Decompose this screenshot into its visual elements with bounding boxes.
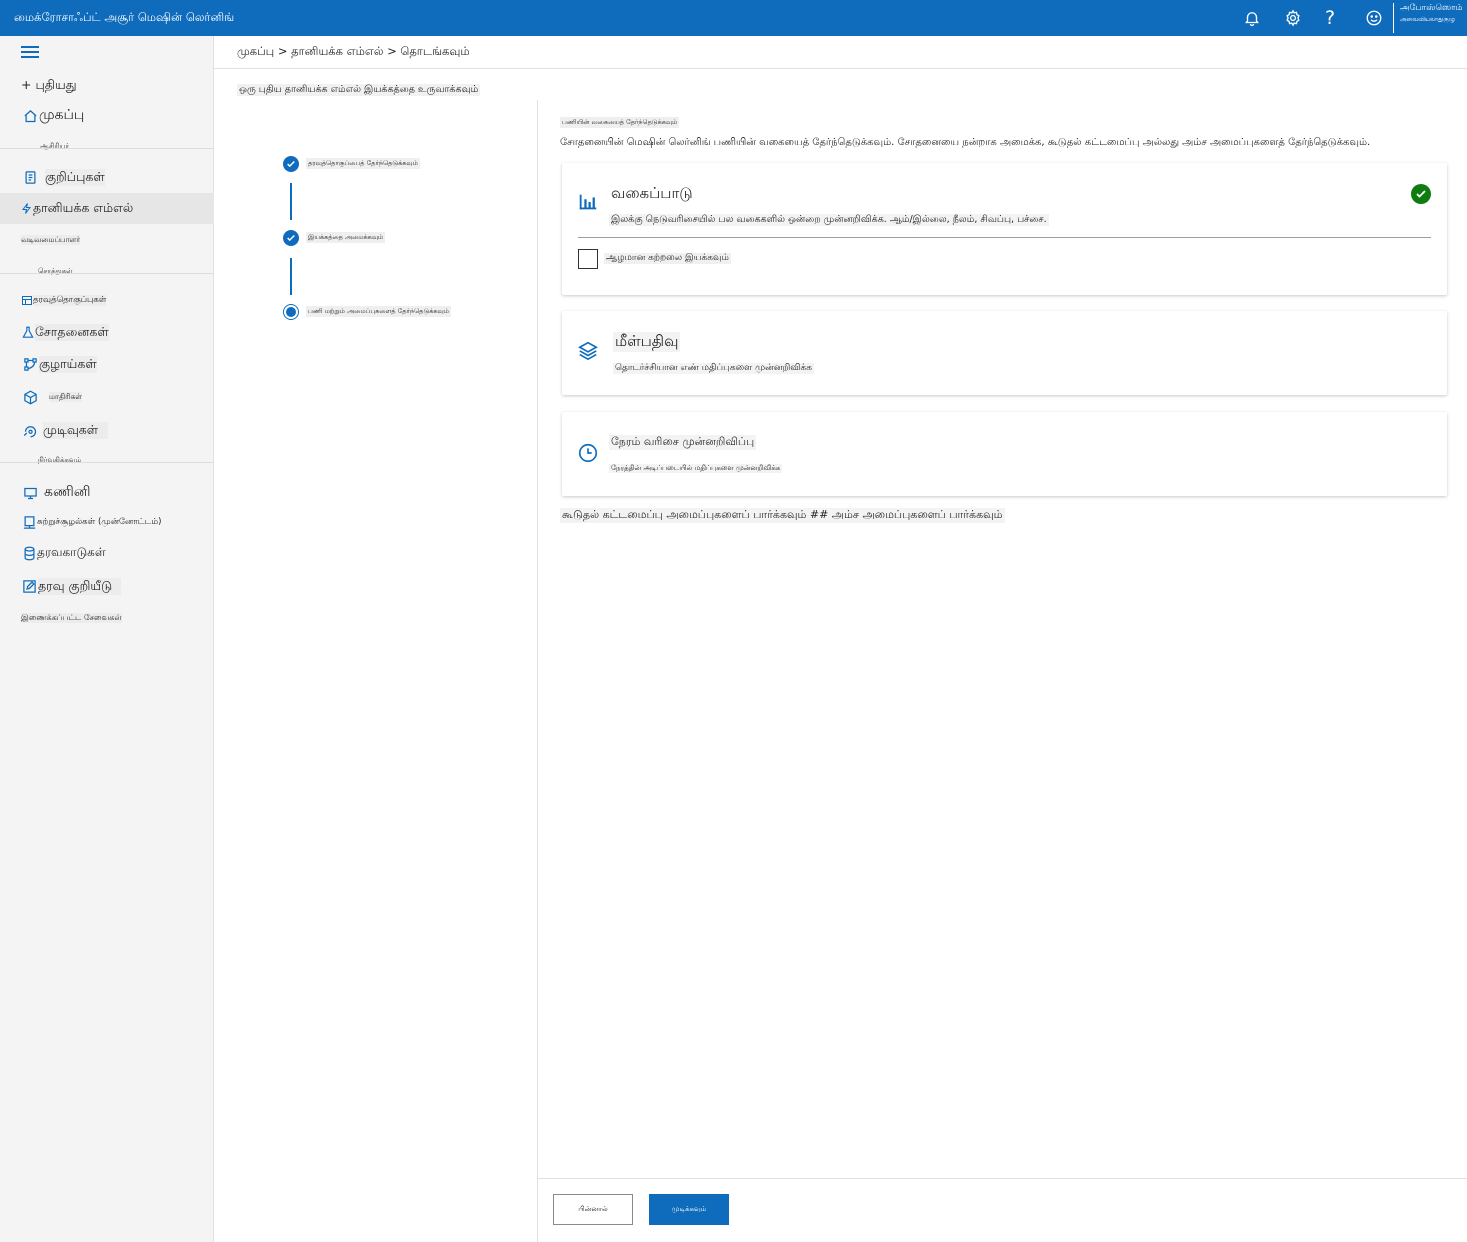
breadcrumb[interactable]: முகப்பு > தானியக்க எம்எல் > தொடங்கவும் xyxy=(237,44,470,60)
sidebar-section-author: ஆசிரியர் xyxy=(40,142,70,150)
step-label[interactable]: இயக்கத்தை அமைக்கவும் xyxy=(306,232,386,243)
back-button[interactable]: பின்னால் xyxy=(553,1194,633,1225)
deep-learning-checkbox[interactable] xyxy=(578,249,598,269)
sidebar-item-pipelines[interactable]: குழாய்கள் xyxy=(0,354,214,374)
sidebar-item-compute[interactable]: கணினி xyxy=(0,482,214,504)
sidebar-item-labeling[interactable]: தரவு குறியீடு xyxy=(0,576,214,596)
section-description: சோதனையின் மெஷின் லெர்னிங் பணியின் வகையைத… xyxy=(560,137,1371,148)
notebook-icon xyxy=(21,168,39,186)
computer-icon xyxy=(21,484,39,502)
sidebar-item-label: கணினி xyxy=(44,484,91,500)
sidebar-item-label: முகப்பு xyxy=(39,107,85,123)
hamburger-menu-icon[interactable] xyxy=(21,46,39,60)
sidebar-item-datasets[interactable]: தரவுத்தொகுப்புகள் xyxy=(0,292,214,309)
sidebar-item-notebooks[interactable]: குறிப்புகள் xyxy=(0,166,214,188)
cube-icon xyxy=(21,388,39,406)
gear-icon[interactable] xyxy=(1281,6,1305,30)
pipeline-icon xyxy=(21,355,39,373)
sidebar-item-label: இணைக்கப்பட்ட சேவைகள் xyxy=(21,613,122,623)
lightning-icon xyxy=(21,200,33,218)
database-icon xyxy=(21,544,37,562)
task-title: மீள்பதிவு xyxy=(613,332,681,352)
clock-icon xyxy=(577,442,599,468)
page-subtitle: ஒரு புதிய தானியக்க எம்எல் இயக்கத்தை உருவ… xyxy=(237,84,481,96)
panel-divider xyxy=(537,100,538,1242)
step-current-icon xyxy=(283,304,299,320)
sidebar-section-assets: சொத்துகள் xyxy=(38,267,73,275)
finish-button[interactable]: முடிக்கவும் xyxy=(649,1194,729,1225)
app-title[interactable]: மைக்ரோசாஃப்ட் அசூர் மெஷின் லெர்னிங் xyxy=(14,10,234,26)
task-description: இலக்கு நெடுவரிசையில் பல வகைகளில் ஒன்றை ம… xyxy=(609,214,1049,226)
step-label[interactable]: தரவுத்தொகுப்பைத் தேர்ந்தெடுக்கவும் xyxy=(306,158,420,169)
edit-icon xyxy=(21,577,38,595)
task-title: வகைப்பாடு xyxy=(611,184,693,202)
sidebar-item-label: சோதனைகள் xyxy=(35,323,109,341)
dataset-icon xyxy=(21,292,33,310)
user-workspace: அவைவியலாதுகுழு xyxy=(1400,16,1456,23)
sidebar-item-linked-services[interactable]: இணைக்கப்பட்ட சேவைகள் xyxy=(0,610,214,626)
sidebar-item-label: தரவகாடுகள் xyxy=(37,545,106,559)
sidebar-item-environments[interactable]: சுற்றுச்சூழல்கள் (முன்னோட்டம்) xyxy=(0,513,214,531)
sidebar-item-label: மாதிரிகள் xyxy=(49,392,83,402)
sidebar-item-label: சுற்றுச்சூழல்கள் (முன்னோட்டம்) xyxy=(37,516,162,527)
sidebar-item-label: முடிவுகள் xyxy=(43,421,109,439)
flask-icon xyxy=(21,323,35,341)
home-icon xyxy=(21,107,39,125)
user-account[interactable]: அபோஸ்ஸொம் அவைவியலாதுகுழு xyxy=(1393,3,1467,33)
step-complete-check-icon xyxy=(283,230,299,246)
top-bar: மைக்ரோசாஃப்ட் அசூர் மெஷின் லெர்னிங் ? அப… xyxy=(0,0,1467,36)
header-divider xyxy=(214,68,1467,69)
sidebar-item-experiments[interactable]: சோதனைகள் xyxy=(0,322,214,342)
task-description: நேரத்தின் அடிப்படையில் மதிப்புகளை முன்னற… xyxy=(609,464,783,473)
deep-learning-label[interactable]: ஆழமான கற்றலை இயக்கவும் xyxy=(604,253,731,264)
sidebar-item-label: வடிவமைப்பாளர் xyxy=(21,235,81,245)
sidebar-divider xyxy=(0,148,213,149)
sidebar-divider xyxy=(0,462,213,463)
sidebar-item-automl[interactable]: தானியக்க எம்எல் xyxy=(0,193,214,224)
sidebar-divider xyxy=(0,273,213,274)
sidebar-section-manage: நிர்வகிக்கவும் xyxy=(38,456,82,464)
bar-chart-icon xyxy=(577,191,599,217)
task-card-forecasting[interactable]: நேரம் வரிசை முன்னறிவிப்பு நேரத்தின் அடிப… xyxy=(562,412,1447,496)
step-connector xyxy=(290,258,292,295)
sidebar-item-label: தரவுத்தொகுப்புகள் xyxy=(33,295,107,306)
sidebar-item-label: குழாய்கள் xyxy=(39,355,97,373)
selected-check-icon xyxy=(1411,184,1431,204)
card-divider xyxy=(578,237,1431,238)
additional-settings-links[interactable]: கூடுதல் கட்டமைப்பு அமைப்புகளைப் பார்க்கவ… xyxy=(560,508,1005,523)
question-icon[interactable]: ? xyxy=(1318,6,1342,30)
environment-icon xyxy=(21,513,37,531)
step-complete-check-icon xyxy=(283,156,299,172)
sidebar: + புதியது முகப்பு ஆசிரியர் குறிப்புகள் த… xyxy=(0,36,214,1242)
sidebar-item-models[interactable]: மாதிரிகள் xyxy=(0,388,214,406)
task-card-classification[interactable]: வகைப்பாடு இலக்கு நெடுவரிசையில் பல வகைகளி… xyxy=(562,163,1447,295)
task-title: நேரம் வரிசை முன்னறிவிப்பு xyxy=(609,435,757,450)
step-label[interactable]: பணி மற்றும் அமைப்புகளைத் தேர்ந்தெடுக்கவு… xyxy=(306,306,451,317)
sidebar-item-label: + புதியது xyxy=(21,76,77,92)
footer-divider xyxy=(538,1178,1467,1179)
user-name: அபோஸ்ஸொம் xyxy=(1400,3,1463,13)
sidebar-item-label: குறிப்புகள் xyxy=(45,168,105,186)
step-connector xyxy=(290,183,292,220)
sidebar-item-designer[interactable]: வடிவமைப்பாளர் xyxy=(0,232,214,248)
smiley-icon[interactable] xyxy=(1362,6,1386,30)
bell-icon[interactable] xyxy=(1240,6,1264,30)
sidebar-item-label: தானியக்க எம்எல் xyxy=(33,200,134,215)
sidebar-item-new[interactable]: + புதியது xyxy=(0,74,214,96)
section-title: பணியின் வகையைத் தேர்ந்தெடுக்கவும் xyxy=(560,117,680,128)
sidebar-item-datastores[interactable]: தரவகாடுகள் xyxy=(0,543,214,563)
sidebar-item-home[interactable]: முகப்பு xyxy=(0,105,214,127)
sidebar-item-endpoints[interactable]: முடிவுகள் xyxy=(0,420,214,440)
sidebar-item-label: தரவு குறியீடு xyxy=(38,577,122,595)
task-card-regression[interactable]: மீள்பதிவு தொடர்ச்சியான எண் மதிப்புகளை மு… xyxy=(562,311,1447,395)
task-description: தொடர்ச்சியான எண் மதிப்புகளை முன்னறிவிக்க xyxy=(613,363,815,374)
endpoint-icon xyxy=(21,421,39,439)
layers-icon xyxy=(577,339,599,365)
